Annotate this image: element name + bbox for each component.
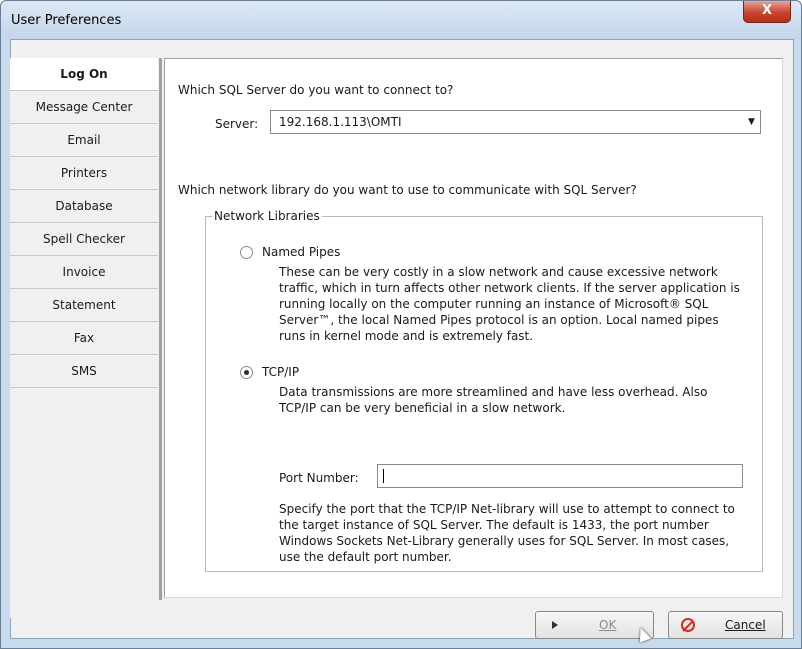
- chevron-down-icon[interactable]: ▼: [743, 111, 760, 133]
- play-icon: [552, 621, 558, 629]
- cancel-button[interactable]: Cancel: [668, 611, 783, 639]
- server-label: Server:: [215, 117, 259, 131]
- sidebar-item-printers[interactable]: Printers: [10, 157, 158, 190]
- user-preferences-window: User Preferences X Log On Message Center…: [0, 0, 802, 649]
- tcpip-option[interactable]: TCP/IP: [240, 365, 299, 379]
- sidebar-item-sms[interactable]: SMS: [10, 355, 158, 388]
- sidebar-item-database[interactable]: Database: [10, 190, 158, 223]
- no-entry-icon: [681, 618, 695, 632]
- sidebar-item-email[interactable]: Email: [10, 124, 158, 157]
- sidebar-item-log-on[interactable]: Log On: [10, 58, 158, 91]
- server-value: 192.168.1.113\OMTI: [279, 115, 402, 129]
- network-libraries-group: Network Libraries Named Pipes These can …: [205, 209, 763, 572]
- sidebar-divider: [159, 58, 162, 600]
- text-caret: [383, 469, 384, 483]
- tcpip-label: TCP/IP: [262, 365, 300, 379]
- close-icon: X: [761, 3, 773, 18]
- ok-label: OK: [599, 618, 617, 632]
- named-pipes-option[interactable]: Named Pipes: [240, 245, 340, 259]
- port-number-label: Port Number:: [279, 471, 359, 485]
- sidebar-item-fax[interactable]: Fax: [10, 322, 158, 355]
- sidebar-item-statement[interactable]: Statement: [10, 289, 158, 322]
- tcpip-radio[interactable]: [240, 365, 253, 379]
- network-library-question: Which network library do you want to use…: [178, 183, 637, 197]
- server-combobox[interactable]: 192.168.1.113\OMTI ▼: [270, 110, 761, 134]
- title-bar: User Preferences X: [1, 1, 801, 39]
- cancel-label: Cancel: [725, 618, 766, 632]
- port-number-note: Specify the port that the TCP/IP Net-lib…: [279, 502, 735, 564]
- named-pipes-radio[interactable]: [240, 245, 253, 259]
- sidebar-item-message-center[interactable]: Message Center: [10, 91, 158, 124]
- tcpip-description: Data transmissions are more streamlined …: [279, 385, 708, 415]
- dialog-client-area: Log On Message Center Email Printers Dat…: [10, 39, 794, 639]
- window-title: User Preferences: [11, 13, 122, 28]
- close-button[interactable]: X: [743, 1, 791, 23]
- named-pipes-label: Named Pipes: [262, 245, 341, 259]
- log-on-panel: Which SQL Server do you want to connect …: [164, 58, 783, 598]
- sidebar-item-spell-checker[interactable]: Spell Checker: [10, 223, 158, 256]
- named-pipes-description: These can be very costly in a slow netwo…: [279, 265, 740, 343]
- network-libraries-legend: Network Libraries: [212, 209, 322, 223]
- port-number-input[interactable]: [377, 464, 743, 488]
- preferences-sidebar: Log On Message Center Email Printers Dat…: [10, 58, 160, 618]
- server-question: Which SQL Server do you want to connect …: [178, 83, 454, 97]
- sidebar-item-invoice[interactable]: Invoice: [10, 256, 158, 289]
